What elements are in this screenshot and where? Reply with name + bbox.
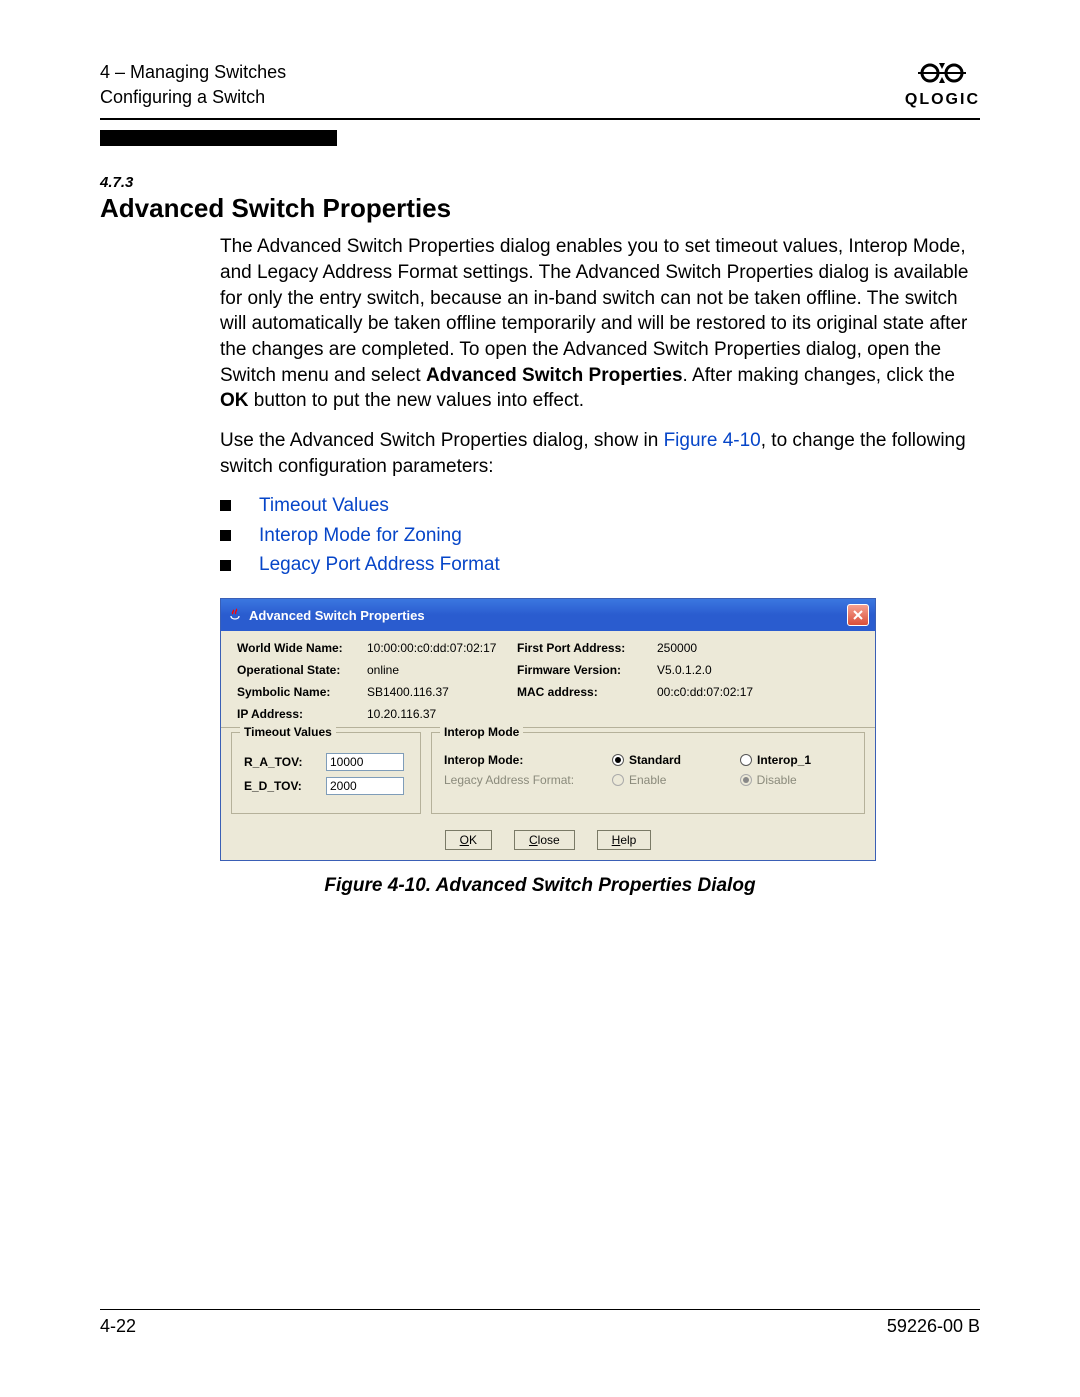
first-port-address-value: 250000 — [657, 641, 827, 655]
link-legacy-port-address[interactable]: Legacy Port Address Format — [259, 552, 500, 578]
brand-text: QLOGIC — [905, 91, 980, 109]
first-port-address-label: First Port Address: — [517, 641, 657, 655]
radio-icon — [612, 754, 624, 766]
fieldset-interop-mode: Interop Mode Interop Mode: Standard Inte… — [431, 732, 865, 814]
brand-logo: QLOGIC — [905, 60, 980, 109]
interop-mode-label: Interop Mode: — [444, 753, 594, 767]
ed-tov-label: E_D_TOV: — [244, 779, 314, 793]
close-icon — [853, 610, 863, 620]
radio-standard[interactable]: Standard — [612, 753, 722, 767]
radio-icon — [612, 774, 624, 786]
close-button[interactable] — [847, 604, 869, 626]
fieldset-timeout-values: Timeout Values R_A_TOV: E_D_TOV: — [231, 732, 421, 814]
bullet-square-icon — [220, 560, 231, 571]
radio-icon — [740, 754, 752, 766]
chapter-subline: Configuring a Switch — [100, 85, 286, 110]
dialog-titlebar: Advanced Switch Properties — [221, 599, 875, 631]
chapter-line: 4 – Managing Switches — [100, 60, 286, 85]
figure-caption: Figure 4-10. Advanced Switch Properties … — [100, 875, 980, 897]
page-number: 4-22 — [100, 1316, 136, 1337]
header-rule — [100, 118, 980, 120]
dialog-title: Advanced Switch Properties — [249, 608, 425, 623]
radio-enable: Enable — [612, 773, 722, 787]
dialog-button-row: OK Close Help — [221, 824, 875, 860]
radio-interop1[interactable]: Interop_1 — [740, 753, 852, 767]
page-footer: 4-22 59226-00 B — [100, 1309, 980, 1337]
symbolic-name-value: SB1400.116.37 — [367, 685, 517, 699]
link-interop-mode[interactable]: Interop Mode for Zoning — [259, 523, 462, 549]
wwn-value: 10:00:00:c0:dd:07:02:17 — [367, 641, 517, 655]
operational-state-label: Operational State: — [237, 663, 367, 677]
ra-tov-label: R_A_TOV: — [244, 755, 314, 769]
paragraph-2: Use the Advanced Switch Properties dialo… — [220, 428, 980, 479]
bullet-square-icon — [220, 500, 231, 511]
section-number: 4.7.3 — [100, 174, 980, 191]
interop-legend: Interop Mode — [440, 725, 523, 739]
ip-address-label: IP Address: — [237, 707, 367, 721]
doc-number: 59226-00 B — [887, 1316, 980, 1337]
help-button[interactable]: Help — [597, 830, 652, 850]
timeout-legend: Timeout Values — [240, 725, 336, 739]
radio-icon — [740, 774, 752, 786]
mac-address-label: MAC address: — [517, 685, 657, 699]
radio-disable: Disable — [740, 773, 852, 787]
java-cup-icon — [227, 607, 243, 623]
symbolic-name-label: Symbolic Name: — [237, 685, 367, 699]
dialog-info-grid: World Wide Name: 10:00:00:c0:dd:07:02:17… — [221, 631, 875, 728]
bullet-square-icon — [220, 530, 231, 541]
ed-tov-input[interactable] — [326, 777, 404, 795]
link-list: Timeout Values Interop Mode for Zoning L… — [220, 493, 980, 578]
dialog-advanced-switch-properties: Advanced Switch Properties World Wide Na… — [220, 598, 876, 861]
section-title: Advanced Switch Properties — [100, 193, 980, 224]
link-timeout-values[interactable]: Timeout Values — [259, 493, 389, 519]
ra-tov-input[interactable] — [326, 753, 404, 771]
firmware-version-label: Firmware Version: — [517, 663, 657, 677]
paragraph-1: The Advanced Switch Properties dialog en… — [220, 234, 980, 413]
wwn-label: World Wide Name: — [237, 641, 367, 655]
figure-ref-link[interactable]: Figure 4-10 — [664, 430, 761, 451]
close-button-dialog[interactable]: Close — [514, 830, 575, 850]
ip-address-value: 10.20.116.37 — [367, 707, 517, 721]
header-accent-bar — [100, 130, 337, 146]
qlogic-glyph-icon — [912, 60, 972, 86]
legacy-address-format-label: Legacy Address Format: — [444, 773, 594, 787]
operational-state-value: online — [367, 663, 517, 677]
firmware-version-value: V5.0.1.2.0 — [657, 663, 827, 677]
mac-address-value: 00:c0:dd:07:02:17 — [657, 685, 827, 699]
page-header: 4 – Managing Switches Configuring a Swit… — [100, 60, 980, 110]
ok-button[interactable]: OK — [445, 830, 492, 850]
